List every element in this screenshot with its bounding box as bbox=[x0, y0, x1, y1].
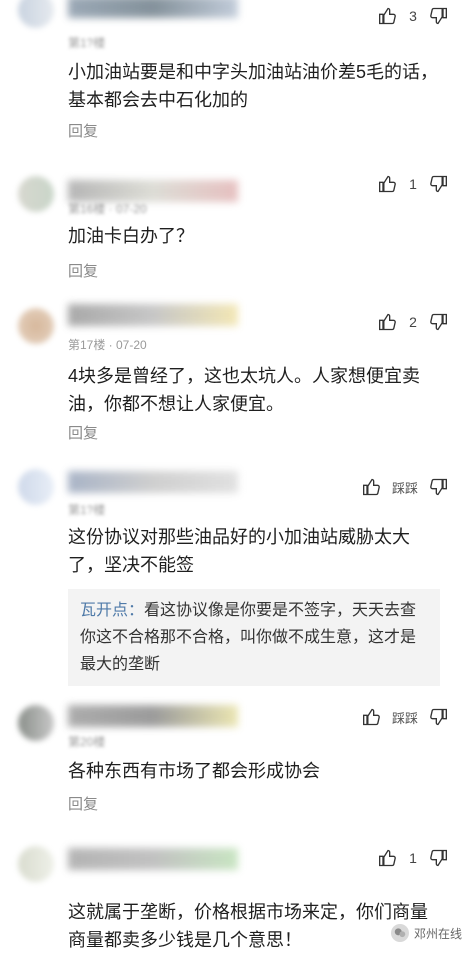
watermark-text: 邓州在线 bbox=[413, 926, 462, 941]
floor-meta: 第20楼 bbox=[68, 735, 106, 749]
comment-3: 第17楼 · 07-20 2 4块多是曾经了，这也太坑人。人家想便宜卖油，你都不… bbox=[0, 300, 470, 450]
thumbs-down-icon[interactable] bbox=[428, 6, 448, 26]
like-count: 1 bbox=[409, 850, 417, 866]
avatar[interactable] bbox=[18, 469, 54, 505]
thumbs-down-icon[interactable] bbox=[428, 174, 448, 194]
comment-text: 小加油站要是和中字头加油站油价差5毛的话，基本都会去中石化加的 bbox=[68, 62, 439, 110]
thumbs-up-icon[interactable] bbox=[362, 477, 382, 497]
comment-4: 第1?楼 踩踩 这份协议对那些油品好的小加油站威胁太大了，坚决不能签 瓦开点：看… bbox=[0, 465, 470, 686]
thumbs-down-icon[interactable] bbox=[428, 848, 448, 868]
like-count: 1 bbox=[409, 176, 417, 192]
thumbs-up-icon[interactable] bbox=[378, 848, 398, 868]
comment-actions: 3 bbox=[378, 6, 448, 26]
comment-actions: 2 bbox=[378, 312, 448, 332]
floor-meta: 第1?楼 bbox=[68, 503, 106, 517]
avatar[interactable] bbox=[18, 308, 54, 344]
username-blurred[interactable] bbox=[68, 180, 238, 202]
reply-button[interactable]: 回复 bbox=[68, 120, 98, 141]
comment-actions: 1 bbox=[378, 848, 448, 868]
wechat-logo-icon bbox=[390, 924, 409, 942]
like-count: 2 bbox=[409, 314, 417, 330]
comment-actions: 踩踩 bbox=[362, 477, 448, 497]
dislike-label[interactable]: 踩踩 bbox=[392, 478, 418, 497]
thumbs-down-icon[interactable] bbox=[428, 477, 448, 497]
comment-actions: 1 bbox=[378, 174, 448, 194]
comment-text: 这就属于垄断，价格根据市场来定，你们商量商量都卖多少钱是几个意思！ bbox=[68, 902, 428, 950]
comment-actions: 踩踩 bbox=[362, 707, 448, 727]
thumbs-down-icon[interactable] bbox=[428, 707, 448, 727]
thumbs-up-icon[interactable] bbox=[378, 6, 398, 26]
thumbs-up-icon[interactable] bbox=[362, 707, 382, 727]
username-blurred[interactable] bbox=[68, 0, 238, 18]
reply-button[interactable]: 回复 bbox=[68, 793, 98, 814]
nested-reply: 瓦开点：看这协议像是你要是不签字，天天去查你这不合格那不合格，叫你做不成生意，这… bbox=[68, 589, 440, 686]
floor-meta: 第17楼 · 07-20 bbox=[68, 338, 147, 352]
username-blurred[interactable] bbox=[68, 471, 238, 493]
username-blurred[interactable] bbox=[68, 705, 238, 727]
comment-text: 这份协议对那些油品好的小加油站威胁太大了，坚决不能签 bbox=[68, 527, 410, 575]
avatar[interactable] bbox=[18, 705, 54, 741]
username-blurred[interactable] bbox=[68, 304, 238, 326]
thumbs-up-icon[interactable] bbox=[378, 312, 398, 332]
floor-meta: 第16楼 · 07-20 bbox=[68, 202, 147, 216]
comment-text: 加油卡白办了？ bbox=[68, 226, 194, 246]
avatar[interactable] bbox=[18, 0, 54, 28]
comment-2: 第16楼 · 07-20 1 加油卡白办了？ 回复 bbox=[0, 170, 470, 290]
comment-text: 各种东西有市场了都会形成协会 bbox=[68, 761, 320, 781]
floor-meta: 第1?楼 bbox=[68, 36, 106, 50]
thumbs-up-icon[interactable] bbox=[378, 174, 398, 194]
avatar[interactable] bbox=[18, 176, 54, 212]
like-count: 3 bbox=[409, 8, 417, 24]
username-blurred[interactable] bbox=[68, 848, 238, 870]
nested-reply-author[interactable]: 瓦开点： bbox=[80, 602, 144, 619]
avatar[interactable] bbox=[18, 846, 54, 882]
comment-1: 第1?楼 3 小加油站要是和中字头加油站油价差5毛的话，基本都会去中石化加的 回… bbox=[0, 0, 470, 155]
watermark: 邓州在线 bbox=[390, 924, 462, 942]
thumbs-down-icon[interactable] bbox=[428, 312, 448, 332]
dislike-label[interactable]: 踩踩 bbox=[392, 708, 418, 727]
comment-5: 第20楼 踩踩 各种东西有市场了都会形成协会 回复 bbox=[0, 695, 470, 830]
reply-button[interactable]: 回复 bbox=[68, 422, 98, 443]
comment-text: 4块多是曾经了，这也太坑人。人家想便宜卖油，你都不想让人家便宜。 bbox=[68, 366, 421, 414]
reply-button[interactable]: 回复 bbox=[68, 260, 98, 281]
